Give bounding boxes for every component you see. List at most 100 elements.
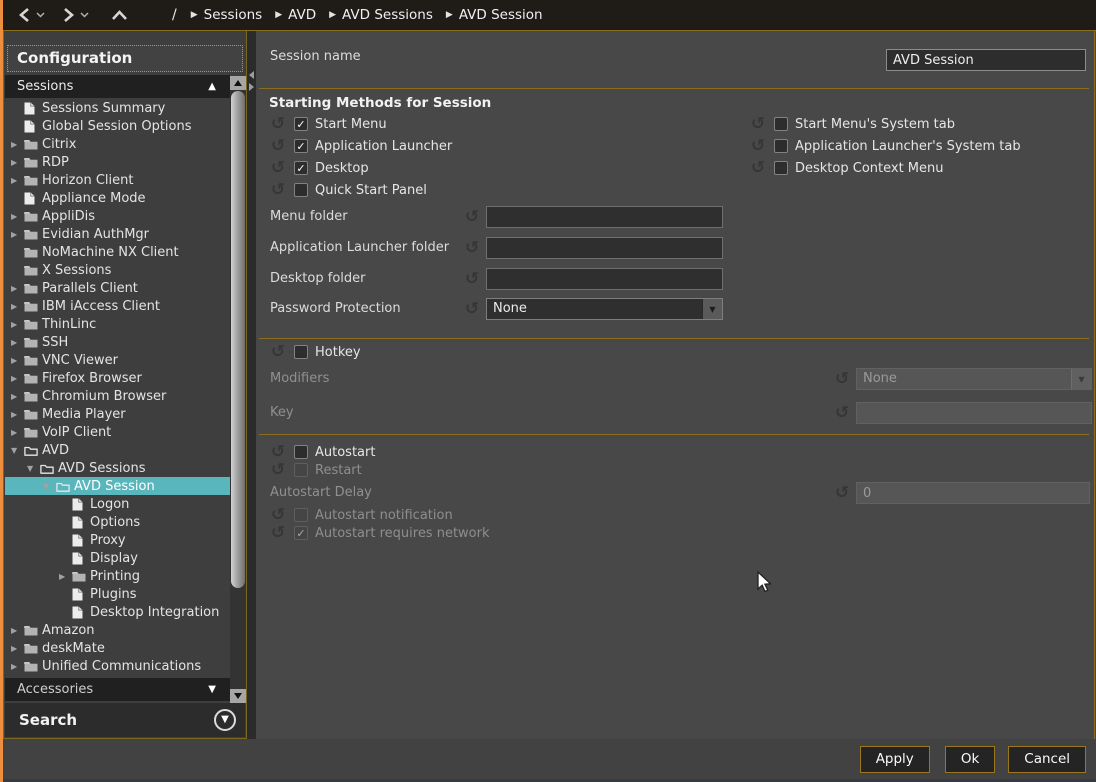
tree-item-display[interactable]: Display <box>5 549 230 567</box>
tree-item-plugins[interactable]: Plugins <box>5 585 230 603</box>
tree-item-parallels-client[interactable]: ▶Parallels Client <box>5 279 230 297</box>
dropdown-button[interactable]: ▼ <box>702 299 722 319</box>
checkbox-application-launcher-s-system-tab[interactable] <box>774 139 788 153</box>
section-header-search[interactable]: Search ▼ <box>5 703 245 737</box>
undo-icon[interactable]: ↺ <box>268 137 288 155</box>
tree-item-applidis[interactable]: ▶AppliDis <box>5 207 230 225</box>
undo-icon[interactable]: ↺ <box>748 137 768 155</box>
tree-item-vnc-viewer[interactable]: ▶VNC Viewer <box>5 351 230 369</box>
chevron-expanded-icon[interactable]: ▼ <box>11 446 24 455</box>
breadcrumb-item-avd[interactable]: ▶AVD <box>275 7 316 23</box>
tree-item-avd[interactable]: ▼AVD <box>5 441 230 459</box>
chevron-collapsed-icon[interactable]: ▶ <box>11 392 24 401</box>
undo-icon[interactable]: ↺ <box>268 159 288 177</box>
menu-folder-input[interactable] <box>486 206 723 228</box>
undo-icon[interactable]: ↺ <box>268 461 288 479</box>
tree-item-media-player[interactable]: ▶Media Player <box>5 405 230 423</box>
checkbox-quick-start-panel[interactable] <box>294 183 308 197</box>
undo-icon[interactable]: ↺ <box>268 115 288 133</box>
session-name-input[interactable] <box>886 49 1086 71</box>
chevron-collapsed-icon[interactable]: ▶ <box>59 572 72 581</box>
forward-history-caret-icon[interactable] <box>80 12 89 18</box>
back-history-caret-icon[interactable] <box>36 12 45 18</box>
breadcrumb-item-avd-session[interactable]: ▶AVD Session <box>446 7 543 23</box>
undo-icon[interactable]: ↺ <box>268 181 288 199</box>
chevron-collapsed-icon[interactable]: ▶ <box>11 284 24 293</box>
back-icon[interactable] <box>17 7 32 23</box>
tree-item-nomachine-nx-client[interactable]: NoMachine NX Client <box>5 243 230 261</box>
undo-icon[interactable]: ↺ <box>462 270 482 288</box>
scroll-up-button[interactable] <box>230 76 246 90</box>
search-expand-icon[interactable]: ▼ <box>214 709 236 731</box>
section-header-accessories[interactable]: Accessories ▼ <box>5 678 230 701</box>
scrollbar-thumb[interactable] <box>231 91 245 588</box>
checkbox-start-menu-s-system-tab[interactable] <box>774 117 788 131</box>
breadcrumb-root[interactable]: / <box>172 7 177 23</box>
chevron-collapsed-icon[interactable]: ▶ <box>11 176 24 185</box>
chevron-collapsed-icon[interactable]: ▶ <box>11 374 24 383</box>
section-header-sessions[interactable]: Sessions ▲ <box>5 75 230 98</box>
tree-item-proxy[interactable]: Proxy <box>5 531 230 549</box>
password-protection-select[interactable]: None ▼ <box>486 298 723 320</box>
chevron-collapsed-icon[interactable]: ▶ <box>11 626 24 635</box>
tree-item-rdp[interactable]: ▶RDP <box>5 153 230 171</box>
tree-item-avd-session[interactable]: ▼AVD Session <box>5 477 230 495</box>
undo-icon[interactable]: ↺ <box>832 484 852 502</box>
undo-icon[interactable]: ↺ <box>462 300 482 318</box>
tree-item-ssh[interactable]: ▶SSH <box>5 333 230 351</box>
chevron-collapsed-icon[interactable]: ▶ <box>11 662 24 671</box>
breadcrumb-item-avd-sessions[interactable]: ▶AVD Sessions <box>329 7 433 23</box>
splitter-collapse-right-icon[interactable] <box>249 83 254 91</box>
chevron-collapsed-icon[interactable]: ▶ <box>11 428 24 437</box>
tree-item-thinlinc[interactable]: ▶ThinLinc <box>5 315 230 333</box>
tree-item-printing[interactable]: ▶Printing <box>5 567 230 585</box>
cancel-button[interactable]: Cancel <box>1008 746 1086 773</box>
tree-item-horizon-client[interactable]: ▶Horizon Client <box>5 171 230 189</box>
tree-item-voip-client[interactable]: ▶VoIP Client <box>5 423 230 441</box>
undo-icon[interactable]: ↺ <box>268 343 288 361</box>
chevron-expanded-icon[interactable]: ▼ <box>27 464 40 473</box>
up-level-icon[interactable] <box>111 9 128 21</box>
tree-item-unified-communications[interactable]: ▶Unified Communications <box>5 657 230 675</box>
apply-button[interactable]: Apply <box>860 746 930 773</box>
tree-item-appliance-mode[interactable]: Appliance Mode <box>5 189 230 207</box>
tree-item-amazon[interactable]: ▶Amazon <box>5 621 230 639</box>
checkbox-desktop-context-menu[interactable] <box>774 161 788 175</box>
chevron-collapsed-icon[interactable]: ▶ <box>11 230 24 239</box>
chevron-collapsed-icon[interactable]: ▶ <box>11 212 24 221</box>
tree-item-avd-sessions[interactable]: ▼AVD Sessions <box>5 459 230 477</box>
tree-item-options[interactable]: Options <box>5 513 230 531</box>
undo-icon[interactable]: ↺ <box>748 115 768 133</box>
ok-button[interactable]: Ok <box>945 746 995 773</box>
tree-item-deskmate[interactable]: ▶deskMate <box>5 639 230 657</box>
tree-item-ibm-iaccess-client[interactable]: ▶IBM iAccess Client <box>5 297 230 315</box>
chevron-collapsed-icon[interactable]: ▶ <box>11 140 24 149</box>
chevron-collapsed-icon[interactable]: ▶ <box>11 338 24 347</box>
tree-item-firefox-browser[interactable]: ▶Firefox Browser <box>5 369 230 387</box>
checkbox-application-launcher[interactable]: ✓ <box>294 139 308 153</box>
tree-item-sessions-summary[interactable]: Sessions Summary <box>5 99 230 117</box>
application-launcher-folder-input[interactable] <box>486 237 723 259</box>
undo-icon[interactable]: ↺ <box>462 239 482 257</box>
tree-item-x-sessions[interactable]: X Sessions <box>5 261 230 279</box>
chevron-collapsed-icon[interactable]: ▶ <box>11 410 24 419</box>
desktop-folder-input[interactable] <box>486 268 723 290</box>
tree-item-global-session-options[interactable]: Global Session Options <box>5 117 230 135</box>
tree-item-chromium-browser[interactable]: ▶Chromium Browser <box>5 387 230 405</box>
checkbox-start-menu[interactable]: ✓ <box>294 117 308 131</box>
chevron-collapsed-icon[interactable]: ▶ <box>11 356 24 365</box>
undo-icon[interactable]: ↺ <box>748 159 768 177</box>
undo-icon[interactable]: ↺ <box>268 524 288 542</box>
checkbox-autostart[interactable] <box>294 445 308 459</box>
chevron-collapsed-icon[interactable]: ▶ <box>11 644 24 653</box>
forward-icon[interactable] <box>61 7 76 23</box>
panel-splitter[interactable] <box>247 31 256 782</box>
scroll-down-button[interactable] <box>230 689 246 703</box>
tree-item-evidian-authmgr[interactable]: ▶Evidian AuthMgr <box>5 225 230 243</box>
chevron-collapsed-icon[interactable]: ▶ <box>11 158 24 167</box>
tree-item-desktop-integration[interactable]: Desktop Integration <box>5 603 230 621</box>
chevron-collapsed-icon[interactable]: ▶ <box>11 302 24 311</box>
tree-item-logon[interactable]: Logon <box>5 495 230 513</box>
chevron-collapsed-icon[interactable]: ▶ <box>11 320 24 329</box>
tree-item-citrix[interactable]: ▶Citrix <box>5 135 230 153</box>
